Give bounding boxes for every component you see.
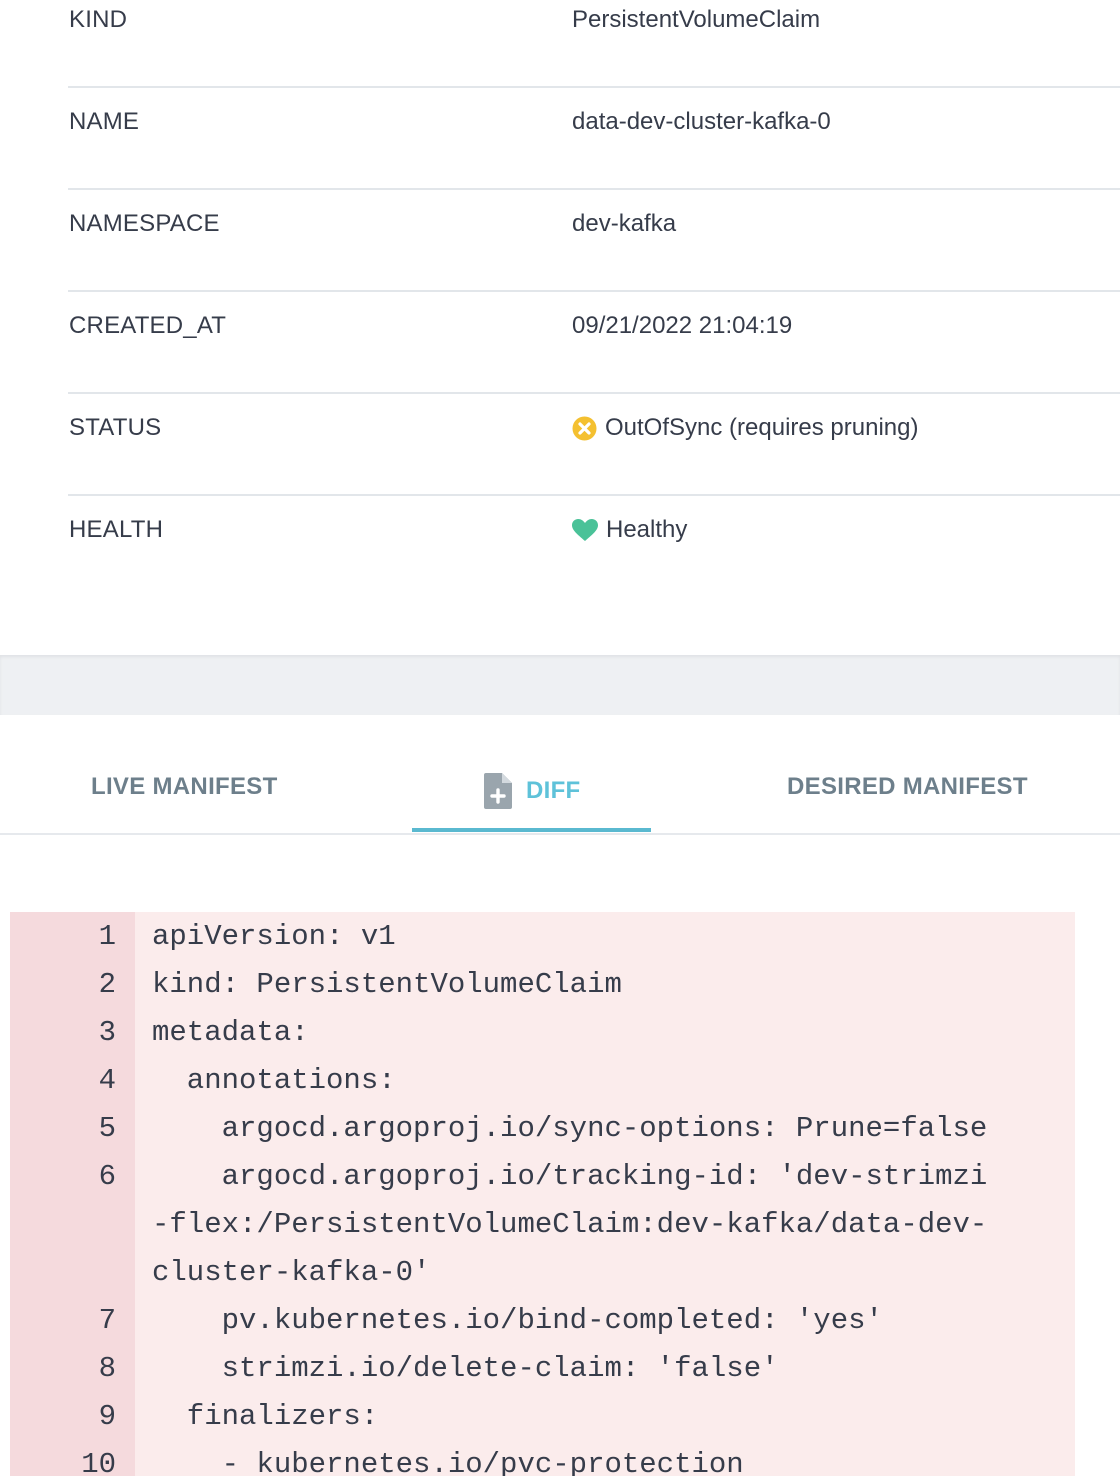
code-text: -flex:/PersistentVolumeClaim:dev-kafka/d… <box>152 1208 988 1241</box>
code-line-wrapped: cluster-kafka-0' <box>10 1249 1075 1297</box>
summary-key: HEALTH <box>69 516 164 543</box>
code-text: metadata: <box>152 1016 309 1049</box>
summary-value-text: data-dev-cluster-kafka-0 <box>572 108 831 135</box>
summary-value-text: 09/21/2022 21:04:19 <box>572 312 793 339</box>
line-number: 10 <box>81 1448 116 1476</box>
summary-row-created-at: CREATED_AT 09/21/2022 21:04:19 <box>68 290 1120 394</box>
code-text: - kubernetes.io/pvc-protection <box>152 1448 744 1476</box>
code-text: argocd.argoproj.io/tracking-id: 'dev-str… <box>152 1160 988 1193</box>
resource-summary-panel: KIND PersistentVolumeClaim NAME data-dev… <box>0 0 1120 655</box>
tab-diff[interactable]: DIFF <box>484 773 581 809</box>
tab-desired-manifest[interactable]: DESIRED MANIFEST <box>787 773 1028 801</box>
line-number: 9 <box>98 1400 116 1433</box>
code-line: 5 argocd.argoproj.io/sync-options: Prune… <box>10 1105 1075 1153</box>
code-line: 10 - kubernetes.io/pvc-protection <box>10 1441 1075 1476</box>
summary-value: OutOfSync (requires pruning) <box>572 414 918 442</box>
summary-row-namespace: NAMESPACE dev-kafka <box>68 188 1120 292</box>
line-number: 8 <box>98 1352 116 1385</box>
code-text: cluster-kafka-0' <box>152 1256 431 1289</box>
code-text: annotations: <box>152 1064 396 1097</box>
code-line: 8 strimzi.io/delete-claim: 'false' <box>10 1345 1075 1393</box>
line-number: 2 <box>98 968 116 1001</box>
out-of-sync-icon <box>572 416 597 440</box>
code-line: 6 argocd.argoproj.io/tracking-id: 'dev-s… <box>10 1153 1075 1201</box>
manifest-tabs: LIVE MANIFEST DIFF DESIRED MANIFEST <box>0 715 1120 835</box>
tab-label: DIFF <box>526 777 581 804</box>
code-text: finalizers: <box>152 1400 379 1433</box>
line-number: 6 <box>98 1160 116 1193</box>
diff-code-view[interactable]: 1 apiVersion: v1 2 kind: PersistentVolumeC… <box>10 912 1075 1476</box>
summary-key: CREATED_AT <box>69 312 227 339</box>
line-number: 1 <box>98 920 116 953</box>
section-divider-band <box>0 655 1120 715</box>
code-line: 9 finalizers: <box>10 1393 1075 1441</box>
summary-value: PersistentVolumeClaim <box>572 6 820 34</box>
summary-key: NAMESPACE <box>69 210 220 237</box>
summary-row-status: STATUS OutOfSync (requires pruning) <box>68 392 1120 496</box>
code-text: pv.kubernetes.io/bind-completed: 'yes' <box>152 1304 883 1337</box>
tab-label: LIVE MANIFEST <box>91 773 278 800</box>
tab-live-manifest[interactable]: LIVE MANIFEST <box>91 773 278 801</box>
code-text: kind: PersistentVolumeClaim <box>152 968 622 1001</box>
summary-key: STATUS <box>69 414 162 441</box>
line-number: 7 <box>98 1304 116 1337</box>
summary-value: dev-kafka <box>572 210 676 238</box>
tab-label: DESIRED MANIFEST <box>787 773 1028 800</box>
summary-value-text: PersistentVolumeClaim <box>572 6 821 33</box>
summary-value-text: dev-kafka <box>572 210 677 237</box>
summary-value-text: OutOfSync (requires pruning) <box>605 414 919 441</box>
line-number: 4 <box>98 1064 116 1097</box>
summary-value: 09/21/2022 21:04:19 <box>572 312 792 340</box>
code-text: argocd.argoproj.io/sync-options: Prune=f… <box>152 1112 988 1145</box>
summary-key: NAME <box>69 108 140 135</box>
code-text: strimzi.io/delete-claim: 'false' <box>152 1352 779 1385</box>
summary-key: KIND <box>69 6 128 33</box>
code-line: 2 kind: PersistentVolumeClaim <box>10 961 1075 1009</box>
code-line: 1 apiVersion: v1 <box>10 913 1075 961</box>
code-line-wrapped: -flex:/PersistentVolumeClaim:dev-kafka/d… <box>10 1201 1075 1249</box>
summary-value: Healthy <box>572 516 687 544</box>
file-plus-icon <box>484 773 512 809</box>
code-line: 7 pv.kubernetes.io/bind-completed: 'yes' <box>10 1297 1075 1345</box>
summary-row-health: HEALTH Healthy <box>68 494 1120 596</box>
active-tab-indicator <box>412 828 651 832</box>
summary-row-name: NAME data-dev-cluster-kafka-0 <box>68 86 1120 190</box>
code-text: apiVersion: v1 <box>152 920 396 953</box>
code-line: 4 annotations: <box>10 1057 1075 1105</box>
summary-value-text: Healthy <box>606 516 688 543</box>
summary-row-kind: KIND PersistentVolumeClaim <box>68 0 1120 88</box>
code-line: 3 metadata: <box>10 1009 1075 1057</box>
summary-value: data-dev-cluster-kafka-0 <box>572 108 831 136</box>
line-number: 3 <box>98 1016 116 1049</box>
heart-icon <box>572 518 598 541</box>
line-number: 5 <box>98 1112 116 1145</box>
